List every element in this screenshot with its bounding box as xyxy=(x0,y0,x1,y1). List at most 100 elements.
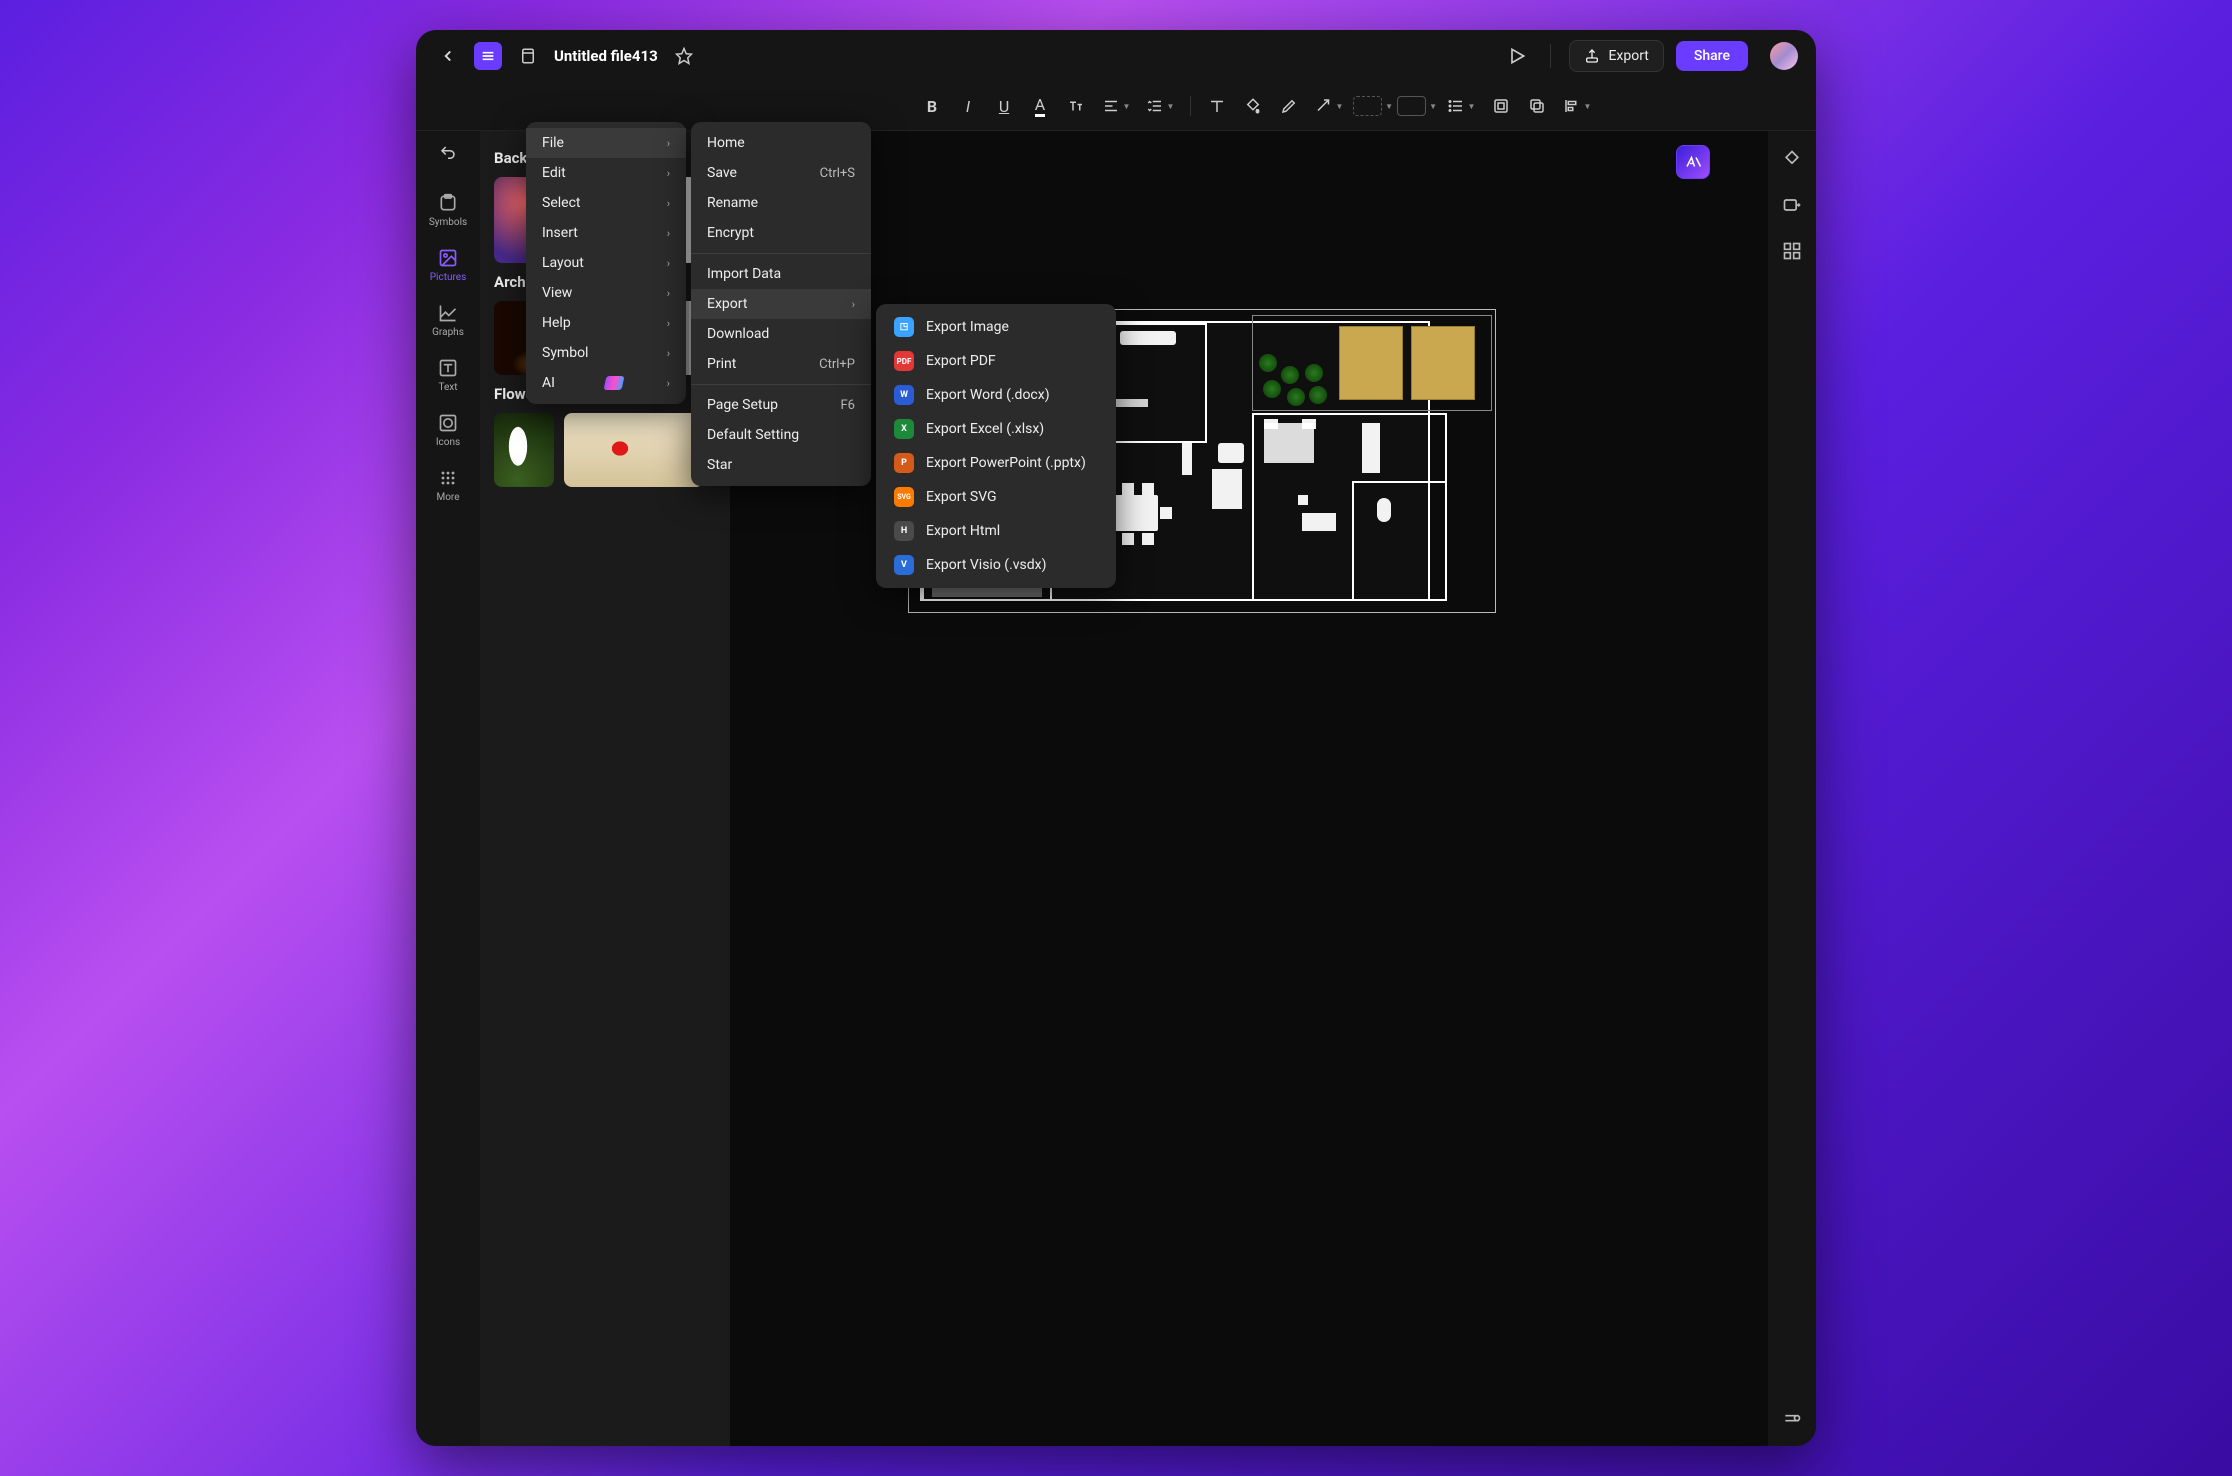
export-item-svg[interactable]: SVG Export SVG xyxy=(876,480,1116,514)
export-submenu: ◳ Export Image PDF Export PDF WExport Word (… xyxy=(876,304,1116,588)
sidebar-item-graphs[interactable]: Graphs xyxy=(420,295,476,346)
chevron-right-icon: › xyxy=(667,167,670,180)
export-item-label: Export Image xyxy=(926,319,1098,335)
right-rail xyxy=(1768,131,1816,1446)
document-title[interactable]: Untitled file413 xyxy=(554,47,658,65)
menu-item-rename[interactable]: Rename xyxy=(691,188,871,218)
menu-item-export[interactable]: Export› xyxy=(691,289,871,319)
avatar[interactable] xyxy=(1770,42,1798,70)
rail-label: More xyxy=(436,492,459,503)
menu-item-star[interactable]: Star xyxy=(691,450,871,480)
duplicate-button[interactable] xyxy=(1521,90,1553,122)
menu-item-import-data[interactable]: Import Data xyxy=(691,259,871,289)
left-rail: Symbols Pictures Graphs Text Icons More xyxy=(416,131,480,1446)
export-item-label: Export PowerPoint (.pptx) xyxy=(926,455,1098,471)
export-item-label: Export SVG xyxy=(926,489,1098,505)
menu-item-help[interactable]: Help› xyxy=(526,308,686,338)
text-size-button[interactable] xyxy=(1060,90,1092,122)
text-tool-button[interactable] xyxy=(1201,90,1233,122)
chevron-right-icon: › xyxy=(667,317,670,330)
menu-item-select[interactable]: Select› xyxy=(526,188,686,218)
connector-button[interactable]: ▼ xyxy=(1309,90,1349,122)
file-icon xyxy=(514,42,542,70)
shortcut-label: Ctrl+S xyxy=(820,166,855,181)
back-button[interactable] xyxy=(434,42,462,70)
picture-thumb[interactable] xyxy=(494,413,554,487)
chevron-right-icon: › xyxy=(667,137,670,150)
play-button[interactable] xyxy=(1502,41,1532,71)
insert-panel-icon[interactable] xyxy=(1778,191,1806,219)
font-color-button[interactable]: A xyxy=(1024,90,1056,122)
pdf-file-icon: PDF xyxy=(894,351,914,371)
export-item-xls[interactable]: XExport Excel (.xlsx) xyxy=(876,412,1116,446)
menu-item-encrypt[interactable]: Encrypt xyxy=(691,218,871,248)
export-button[interactable]: Export xyxy=(1569,40,1663,72)
export-item-visio[interactable]: VExport Visio (.vsdx) xyxy=(876,548,1116,582)
export-item-ppt[interactable]: P Export PowerPoint (.pptx) xyxy=(876,446,1116,480)
rail-label: Text xyxy=(438,382,457,393)
list-button[interactable]: ▼ xyxy=(1441,90,1481,122)
menu-item-view[interactable]: View› xyxy=(526,278,686,308)
export-item-label: Export PDF xyxy=(926,353,1098,369)
fill-color-button[interactable] xyxy=(1237,90,1269,122)
export-item-label: Export Html xyxy=(926,523,1098,539)
chevron-right-icon: › xyxy=(667,347,670,360)
export-item-img[interactable]: ◳ Export Image xyxy=(876,310,1116,344)
separator xyxy=(1190,96,1191,116)
underline-button[interactable]: U xyxy=(988,90,1020,122)
frame-button[interactable] xyxy=(1485,90,1517,122)
pen-button[interactable] xyxy=(1273,90,1305,122)
sidebar-item-icons[interactable]: Icons xyxy=(420,405,476,456)
share-button[interactable]: Share xyxy=(1676,41,1748,71)
chevron-right-icon: › xyxy=(667,287,670,300)
menu-item-print[interactable]: PrintCtrl+P xyxy=(691,349,871,379)
menu-item-default-setting[interactable]: Default Setting xyxy=(691,420,871,450)
ppt-file-icon: P xyxy=(894,453,914,473)
menu-item-edit[interactable]: Edit› xyxy=(526,158,686,188)
shortcut-label: Ctrl+P xyxy=(819,357,855,372)
menu-item-ai[interactable]: AI› xyxy=(526,368,686,398)
line-style-button[interactable]: ▼ xyxy=(1353,90,1393,122)
undo-button[interactable] xyxy=(432,137,464,169)
rail-label: Pictures xyxy=(430,272,467,283)
layers-icon[interactable] xyxy=(1778,1405,1806,1433)
ai-icon xyxy=(603,376,624,390)
main-menu-button[interactable] xyxy=(474,42,502,70)
export-item-word[interactable]: WExport Word (.docx) xyxy=(876,378,1116,412)
line-weight-button[interactable]: ▼ xyxy=(1397,90,1437,122)
sidebar-item-pictures[interactable]: Pictures xyxy=(420,240,476,291)
menu-item-symbol[interactable]: Symbol› xyxy=(526,338,686,368)
grid-icon[interactable] xyxy=(1778,237,1806,265)
align-objects-button[interactable]: ▼ xyxy=(1557,90,1597,122)
bold-button[interactable]: B xyxy=(916,90,948,122)
sidebar-item-text[interactable]: Text xyxy=(420,350,476,401)
menu-item-layout[interactable]: Layout› xyxy=(526,248,686,278)
paint-bucket-icon[interactable] xyxy=(1778,145,1806,173)
chevron-right-icon: › xyxy=(852,298,855,311)
menu-item-save[interactable]: SaveCtrl+S xyxy=(691,158,871,188)
export-item-pdf[interactable]: PDF Export PDF xyxy=(876,344,1116,378)
align-button[interactable]: ▼ xyxy=(1096,90,1136,122)
picture-thumb[interactable] xyxy=(564,413,704,487)
svg-file-icon: SVG xyxy=(894,487,914,507)
export-label: Export xyxy=(1608,48,1648,64)
line-height-button[interactable]: ▼ xyxy=(1140,90,1180,122)
chevron-right-icon: › xyxy=(667,377,670,390)
app-badge-icon[interactable] xyxy=(1676,145,1710,179)
shortcut-label: F6 xyxy=(841,398,856,413)
sidebar-item-more[interactable]: More xyxy=(420,460,476,511)
header: Untitled file413 Export Share xyxy=(416,30,1816,82)
export-item-html[interactable]: HExport Html xyxy=(876,514,1116,548)
img-file-icon: ◳ xyxy=(894,317,914,337)
rail-label: Graphs xyxy=(432,327,464,338)
menu-item-file[interactable]: File› xyxy=(526,128,686,158)
italic-button[interactable]: I xyxy=(952,90,984,122)
menu-item-insert[interactable]: Insert› xyxy=(526,218,686,248)
sidebar-item-symbols[interactable]: Symbols xyxy=(420,185,476,236)
menu-item-home[interactable]: Home xyxy=(691,128,871,158)
chevron-right-icon: › xyxy=(667,257,670,270)
export-item-label: Export Word (.docx) xyxy=(926,387,1098,403)
favorite-button[interactable] xyxy=(670,42,698,70)
menu-item-page-setup[interactable]: Page SetupF6 xyxy=(691,390,871,420)
menu-item-download[interactable]: Download xyxy=(691,319,871,349)
